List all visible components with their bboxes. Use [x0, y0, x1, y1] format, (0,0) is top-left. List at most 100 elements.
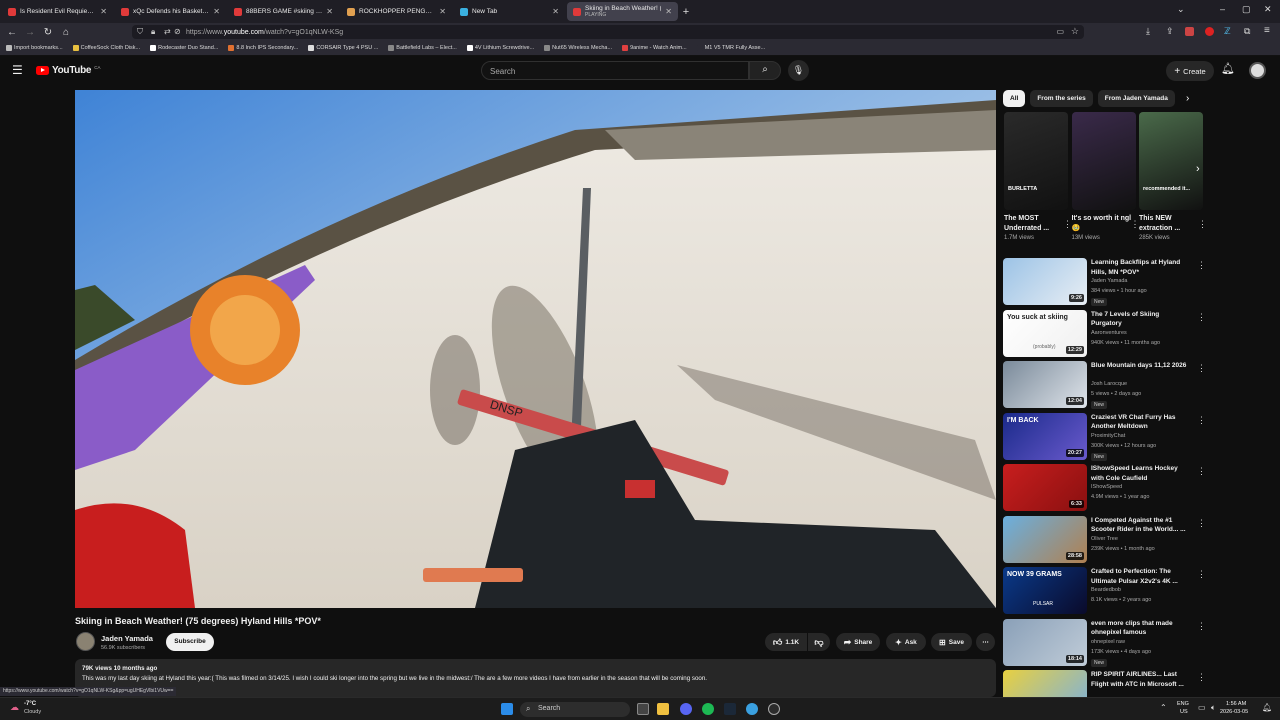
- bookmark-item[interactable]: CORSAIR Type 4 PSU ...: [308, 45, 378, 51]
- bookmark-item[interactable]: 4V Lithium Screwdrive...: [466, 45, 534, 51]
- recommendation-item[interactable]: I'M BACK 20:27 Craziest VR Chat Furry Has …: [1003, 412, 1206, 461]
- bookmark-item[interactable]: Nut65 Wireless Mecha...: [544, 45, 612, 51]
- tab-close-icon[interactable]: ✕: [326, 7, 333, 16]
- recommendation-channel[interactable]: IShowSpeed: [1091, 484, 1122, 490]
- search-input[interactable]: Search: [481, 61, 749, 80]
- task-view-icon[interactable]: [637, 703, 649, 715]
- shelf-card[interactable]: BURLETTA The MOST Underrated ... 1.7M view…: [1004, 112, 1072, 241]
- recommendation-thumbnail[interactable]: 6:33: [1003, 464, 1087, 511]
- shelf-card[interactable]: recommended it... This NEW extraction ...…: [1139, 112, 1207, 241]
- new-tab-button[interactable]: +: [678, 6, 694, 18]
- recommendation-item[interactable]: 12:04 Blue Mountain days 11,12 2026 Josh L…: [1003, 361, 1206, 409]
- autoplay-blocked-icon[interactable]: ⊘: [174, 27, 181, 36]
- recommendation-item[interactable]: 6:33 IShowSpeed Learns Hockey with Cole C…: [1003, 464, 1206, 512]
- tab-close-icon[interactable]: ✕: [665, 7, 672, 16]
- tab-close-icon[interactable]: ✕: [439, 7, 446, 16]
- more-vertical-icon[interactable]: ⋮: [1197, 363, 1206, 374]
- weather-condition[interactable]: Cloudy: [24, 709, 41, 715]
- hamburger-menu-icon[interactable]: ☰: [12, 63, 23, 77]
- close-window-button[interactable]: ✕: [1264, 4, 1272, 15]
- dislike-button[interactable]: 👎︎: [808, 633, 830, 651]
- more-vertical-icon[interactable]: ⋮: [1197, 569, 1206, 580]
- voice-search-button[interactable]: 🎙︎: [788, 60, 809, 81]
- browser-taskbar-icon[interactable]: [746, 703, 758, 715]
- shelf-thumbnail[interactable]: [1071, 112, 1136, 210]
- browser-tab[interactable]: New Tab ✕: [454, 2, 565, 22]
- more-vertical-icon[interactable]: ⋮: [1197, 466, 1206, 477]
- recommendation-channel[interactable]: Oliver Tree: [1091, 536, 1118, 542]
- recommendation-item[interactable]: 18:14 even more clips that made ohnepixel…: [1003, 618, 1206, 667]
- bookmark-star-icon[interactable]: ☆: [1071, 26, 1079, 37]
- recommendation-thumbnail[interactable]: NOW 39 GRAMS PULSAR: [1003, 567, 1087, 614]
- url-bar[interactable]: ⛉ 🔒︎ ⇄ ⊘ https://www. youtube.com/watch?v…: [132, 25, 1084, 39]
- shelf-card[interactable]: It's so worth it ngl 🥹 13M views ⋮: [1071, 112, 1140, 241]
- recommendation-channel[interactable]: Jaden Yamada: [1091, 278, 1128, 284]
- bookmark-item[interactable]: 8.8 Inch IPS Secondary...: [228, 45, 298, 51]
- tab-close-icon[interactable]: ✕: [552, 7, 559, 16]
- reader-view-icon[interactable]: ▭: [1056, 27, 1064, 36]
- weather-icon[interactable]: ☁: [10, 702, 19, 713]
- more-vertical-icon[interactable]: ⋮: [1197, 415, 1206, 426]
- video-player[interactable]: DNSP: [75, 90, 996, 608]
- home-icon[interactable]: ⌂: [57, 27, 75, 38]
- shelf-next-arrow-icon[interactable]: ›: [1196, 163, 1200, 175]
- bookmark-item[interactable]: Rodecaster Duo Stand...: [150, 45, 218, 51]
- extension-icon[interactable]: [1185, 27, 1194, 36]
- input-region[interactable]: US: [1180, 709, 1188, 715]
- extension-translate-icon[interactable]: ℤ: [1224, 26, 1231, 37]
- spotify-icon[interactable]: [702, 703, 714, 715]
- more-vertical-icon[interactable]: ⋮: [1197, 518, 1206, 529]
- recommendation-thumbnail[interactable]: 18:14: [1003, 618, 1087, 666]
- chips-next-arrow-icon[interactable]: ›: [1186, 93, 1189, 104]
- more-vertical-icon[interactable]: ⋮: [1197, 672, 1206, 683]
- minimize-button[interactable]: –: [1220, 4, 1225, 14]
- app-taskbar-icon[interactable]: [768, 703, 780, 715]
- extension-record-icon[interactable]: [1205, 27, 1214, 36]
- browser-tab[interactable]: Is Resident Evil Requiem Good ✕: [2, 2, 113, 22]
- maximize-button[interactable]: ▢: [1242, 4, 1251, 15]
- bookmark-item[interactable]: M1 V5 TMR Fully Asse...: [696, 45, 765, 51]
- shelf-thumbnail[interactable]: BURLETTA: [1004, 112, 1068, 210]
- youtube-logo[interactable]: YouTube CA: [36, 65, 100, 76]
- shield-icon[interactable]: ⛉: [137, 27, 143, 37]
- recommendation-thumbnail[interactable]: 12:04: [1003, 361, 1087, 408]
- account-avatar[interactable]: [1249, 62, 1266, 79]
- share-button[interactable]: ➦ Share: [836, 633, 880, 651]
- recommendation-item[interactable]: You suck at skiing (probably) 12:29 The 7 L…: [1003, 309, 1206, 358]
- bookmark-item[interactable]: CoffeeSock Cloth Disk...: [72, 45, 140, 51]
- forward-icon[interactable]: →: [21, 27, 39, 38]
- extensions-puzzle-icon[interactable]: ⧉: [1244, 26, 1250, 37]
- browser-tab[interactable]: ROCKHOPPER PENGUIN at Du✕: [341, 2, 452, 22]
- filter-chip[interactable]: All: [1003, 90, 1026, 107]
- recommendation-thumbnail[interactable]: 9:26: [1003, 258, 1087, 305]
- recommendation-thumbnail[interactable]: I'M BACK 20:27: [1003, 412, 1087, 460]
- list-all-tabs-icon[interactable]: ⌄: [1177, 4, 1185, 15]
- volume-icon[interactable]: 🔈︎: [1211, 703, 1216, 713]
- recommendation-channel[interactable]: ohnepixel raw: [1091, 639, 1125, 645]
- recommendation-thumbnail[interactable]: You suck at skiing (probably) 12:29: [1003, 309, 1087, 357]
- more-vertical-icon[interactable]: ⋮: [1197, 621, 1206, 632]
- browser-tab[interactable]: 88BERS GAME #skiing #bigair ✕: [228, 2, 339, 22]
- recommendation-item[interactable]: NOW 39 GRAMS PULSAR Crafted to Perfection:…: [1003, 567, 1206, 615]
- more-vertical-icon[interactable]: ⋮: [1198, 219, 1207, 230]
- share-page-icon[interactable]: ⇪: [1166, 26, 1174, 37]
- clock-date[interactable]: 2026-03-05: [1220, 709, 1248, 715]
- bookmark-item[interactable]: Import bookmarks...: [6, 45, 63, 51]
- channel-avatar[interactable]: [76, 632, 95, 651]
- downloads-icon[interactable]: ⤓: [1146, 26, 1150, 37]
- channel-name[interactable]: Jaden Yamada: [101, 634, 153, 643]
- more-vertical-icon[interactable]: ⋮: [1197, 260, 1206, 271]
- recommendation-item[interactable]: 28:58 I Competed Against the #1 Scooter R…: [1003, 515, 1206, 564]
- input-language[interactable]: ENG: [1177, 701, 1189, 707]
- recommendation-channel[interactable]: Josh Larocque: [1091, 381, 1127, 387]
- back-icon[interactable]: ←: [3, 27, 21, 38]
- save-button[interactable]: ⊞ Save: [931, 633, 972, 651]
- tab-close-icon[interactable]: ✕: [213, 7, 220, 16]
- taskbar-search[interactable]: ⌕ Search: [520, 702, 630, 717]
- permissions-icon[interactable]: ⇄: [164, 27, 171, 36]
- recommendation-channel[interactable]: ProximityChat: [1091, 433, 1125, 439]
- show-hidden-icons[interactable]: ⌃: [1160, 703, 1167, 712]
- tab-close-icon[interactable]: ✕: [100, 7, 107, 16]
- search-button[interactable]: ⌕: [749, 61, 781, 80]
- recommendation-thumbnail[interactable]: 28:58: [1003, 515, 1087, 563]
